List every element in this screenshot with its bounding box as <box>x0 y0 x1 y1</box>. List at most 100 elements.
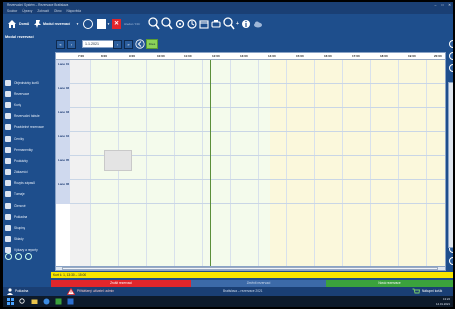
clock[interactable]: 13:22 14.01.2021 <box>436 297 450 306</box>
sidebar-item-court-orders[interactable]: Objednávky kurtů <box>3 77 51 88</box>
match-icon <box>5 180 11 187</box>
first-button[interactable]: « <box>56 40 65 49</box>
settings-icon[interactable] <box>175 19 185 29</box>
group-icon <box>5 225 11 232</box>
lane-label: Lane 02 <box>56 84 70 108</box>
back-circle-icon[interactable] <box>135 39 145 49</box>
sidebar-item-groups[interactable]: Skupiny <box>3 222 51 233</box>
app-window: Rezervační Systém – Rezervace Bratislava… <box>3 2 453 307</box>
cart-icon <box>412 288 420 294</box>
window-title: Rezervační Systém – Rezervace Bratislava <box>7 3 69 7</box>
module-dropdown-icon[interactable]: ▼ <box>76 14 79 34</box>
next-circle-icon[interactable] <box>25 253 32 260</box>
zoom-out-icon[interactable] <box>161 17 173 30</box>
home-icon[interactable] <box>7 19 17 29</box>
home-label[interactable]: Domů <box>19 14 29 34</box>
sidebar-item-matches[interactable]: Rozpis zápasů <box>3 178 51 189</box>
page-down-icon[interactable] <box>449 257 453 265</box>
reservation-icon <box>5 90 11 97</box>
print-icon[interactable] <box>211 19 221 29</box>
info-icon[interactable] <box>241 19 251 29</box>
next-button[interactable]: › <box>113 40 122 49</box>
app-taskbar-icon[interactable] <box>55 298 62 305</box>
refresh-icon[interactable] <box>83 19 93 29</box>
document-dropdown-icon[interactable]: ▼ <box>107 14 110 34</box>
sidebar-item-reservation-board[interactable]: Rezervační tabule <box>3 111 51 122</box>
time-label: 13:00 <box>240 54 248 58</box>
date-navigation: « ‹ 1.1.2021 › » Dnes <box>56 38 446 50</box>
app2-taskbar-icon[interactable] <box>67 298 74 305</box>
expand-right-icon[interactable] <box>449 40 453 48</box>
pricelist-icon <box>5 135 11 142</box>
sidebar-item-stock[interactable]: Sklady <box>3 234 51 245</box>
time-label: 9:00 <box>129 54 136 58</box>
plus-icon[interactable]: + <box>236 14 239 34</box>
calendar-icon[interactable] <box>199 19 209 29</box>
sidebar-item-reservations[interactable]: Rezervace <box>3 88 51 99</box>
time-header: 7:00 8:00 9:00 10:00 11:00 12:00 13:00 1… <box>56 53 445 60</box>
recurring-icon <box>5 124 11 131</box>
refresh-circle-icon[interactable] <box>15 253 22 260</box>
toolbar: Domů Modul rezervací ▼ ▼ ✕ Hledat / Filt… <box>3 14 453 34</box>
sidebar-item-courts[interactable]: Kurty <box>3 99 51 110</box>
stock-icon <box>5 236 11 243</box>
module-label[interactable]: Modul rezervací <box>43 14 70 34</box>
lane-label: Lane 03 <box>56 108 70 132</box>
next-page-icon[interactable] <box>449 52 453 60</box>
reservation-grid: 7:00 8:00 9:00 10:00 11:00 12:00 13:00 1… <box>55 52 446 267</box>
windows-start-icon[interactable] <box>7 298 14 305</box>
lane-row[interactable]: Lane 06 <box>56 180 445 204</box>
last-button[interactable]: » <box>124 40 133 49</box>
os-taskbar: 13:22 14.01.2021 <box>3 296 453 307</box>
sidebar-item-pricelists[interactable]: Ceníky <box>3 133 51 144</box>
vertical-scrollbar[interactable] <box>448 82 453 248</box>
horizontal-scroll-thumb[interactable] <box>62 267 438 270</box>
today-button[interactable]: Dnes <box>146 39 158 49</box>
sidebar-item-vouchers[interactable]: Poukázky <box>3 155 51 166</box>
sidebar-item-tournaments[interactable]: Turnaje <box>3 189 51 200</box>
member-icon <box>5 202 11 209</box>
sidebar-item-passes[interactable]: Permanentky <box>3 144 51 155</box>
sidebar-item-recurring[interactable]: Pravidelné rezervace <box>3 122 51 133</box>
zoom-in-icon[interactable] <box>148 17 160 30</box>
prev-button[interactable]: ‹ <box>67 40 76 49</box>
lane-label: Lane 04 <box>56 132 70 156</box>
sidebar-item-customers[interactable]: Zákazníci <box>3 167 51 178</box>
change-reservation-button[interactable]: Změnit rezervaci <box>191 280 326 287</box>
lane-row[interactable]: Lane 02 <box>56 84 445 108</box>
browser-icon[interactable] <box>43 298 50 305</box>
pin-icon[interactable] <box>33 19 42 29</box>
horizontal-scrollbar[interactable] <box>55 266 446 271</box>
app-status-bar: Pokladna Přihlášený uživatel: admin Brat… <box>3 287 453 296</box>
prev-circle-icon[interactable] <box>5 253 12 260</box>
cancel-icon[interactable]: ✕ <box>112 19 121 29</box>
delete-reservation-button[interactable]: Zrušit rezervaci <box>51 280 191 287</box>
explorer-icon[interactable] <box>31 298 38 305</box>
time-label: 19:00 <box>408 54 416 58</box>
history-icon[interactable] <box>187 19 197 29</box>
logged-user: Přihlášený uživatel: admin <box>77 289 115 293</box>
lane-row[interactable]: Lane 01 <box>56 60 445 84</box>
status-message: Kurt č. 1, 13:30 – 15:00 <box>51 272 453 278</box>
action-bar: Zrušit rezervaci Změnit rezervaci Nová r… <box>51 280 453 287</box>
search-taskbar-icon[interactable] <box>19 298 26 305</box>
blocked-slot[interactable] <box>104 150 132 171</box>
scroll-down-icon[interactable] <box>449 64 453 72</box>
sidebar-item-cashdesk[interactable]: Pokladna <box>3 211 51 222</box>
time-label: 20:00 <box>434 54 442 58</box>
status-left[interactable]: Pokladna <box>15 287 28 296</box>
document-icon[interactable] <box>97 19 106 29</box>
sidebar-list: Objednávky kurtů Rezervace Kurty Rezerva… <box>3 77 51 256</box>
cloud-icon[interactable] <box>253 19 263 29</box>
cart-button[interactable]: Nákupní košík <box>411 287 451 296</box>
new-reservation-button[interactable]: Nová rezervace <box>326 280 453 287</box>
time-label: 14:00 <box>268 54 276 58</box>
clock-date: 14.01.2021 <box>436 301 450 306</box>
search-plus-icon[interactable] <box>223 17 235 30</box>
sidebar-item-members[interactable]: Členové <box>3 200 51 211</box>
lane-row[interactable]: Lane 03 <box>56 108 445 132</box>
lane-label: Lane 06 <box>56 180 70 204</box>
sidebar-bottom-controls <box>5 253 32 260</box>
sidebar-title: Modul rezervací <box>5 35 34 39</box>
user-icon <box>7 288 13 295</box>
